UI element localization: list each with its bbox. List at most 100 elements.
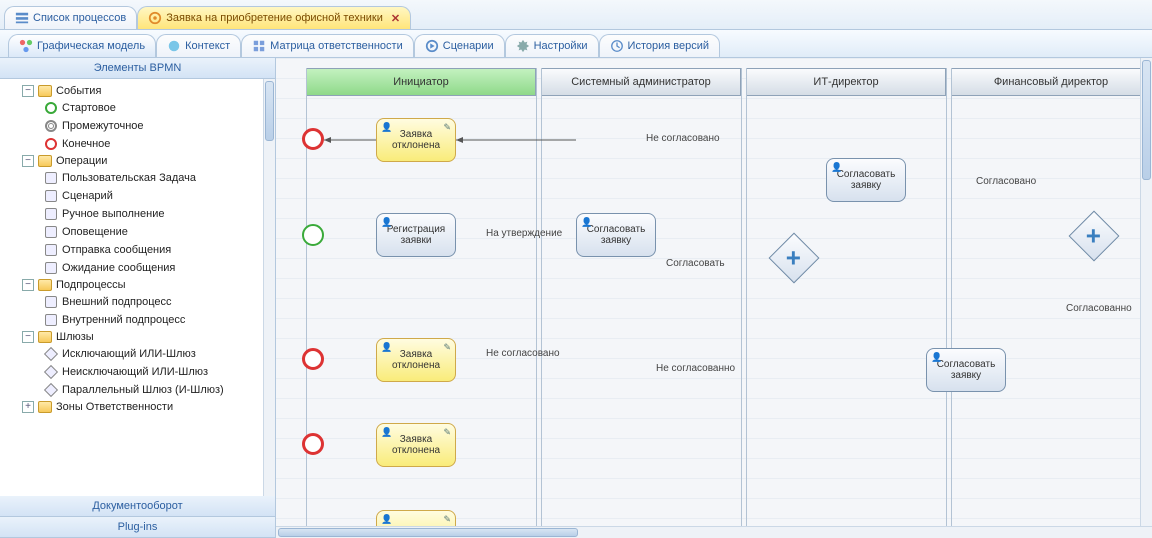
edge-label: Согласованно <box>1066 303 1132 314</box>
task-registration[interactable]: 👤Регистрация заявки <box>376 213 456 257</box>
sub-tab-label: Контекст <box>185 40 230 52</box>
folder-icon <box>38 155 52 167</box>
collapse-icon[interactable]: − <box>22 155 34 167</box>
top-tabbar: Список процессов Заявка на приобретение … <box>0 0 1152 30</box>
lane-header-initiator[interactable]: Инициатор <box>306 68 536 96</box>
tree-item-internal-subprocess[interactable]: Внутренний подпроцесс <box>6 311 271 329</box>
close-icon[interactable]: ✕ <box>391 12 400 25</box>
tree-label: Внешний подпроцесс <box>62 296 172 308</box>
tree-label: События <box>56 85 101 97</box>
diagram-canvas[interactable]: Инициатор Системный администратор ИТ-дир… <box>276 58 1152 538</box>
gateway-icon <box>44 383 58 397</box>
canvas-hscrollbar[interactable] <box>276 526 1152 538</box>
lane-label: Инициатор <box>393 76 449 88</box>
note-icon: ✎ <box>443 342 451 353</box>
lane-header-it-director[interactable]: ИТ-директор <box>746 68 946 96</box>
expand-icon[interactable]: + <box>22 401 34 413</box>
sub-tab-label: Матрица ответственности <box>270 40 403 52</box>
task-finance-approve[interactable]: 👤Согласовать заявку <box>926 348 1006 392</box>
tree-item-script-task[interactable]: Сценарий <box>6 187 271 205</box>
task-sysadmin-approve[interactable]: 👤Согласовать заявку <box>576 213 656 257</box>
end-event[interactable] <box>302 348 324 370</box>
task-icon <box>44 225 58 239</box>
tree-label: Параллельный Шлюз (И-Шлюз) <box>62 384 224 396</box>
tab-responsibility[interactable]: Матрица ответственности <box>241 34 414 57</box>
end-event[interactable] <box>302 433 324 455</box>
start-event[interactable] <box>302 224 324 246</box>
folder-icon <box>38 85 52 97</box>
tree-item-and-gateway[interactable]: Параллельный Шлюз (И-Шлюз) <box>6 381 271 399</box>
task-icon <box>44 243 58 257</box>
tree-label: Ожидание сообщения <box>62 262 175 274</box>
settings-icon <box>516 39 530 53</box>
tree-label: Шлюзы <box>56 331 94 343</box>
tree-item-or-gateway[interactable]: Неисключающий ИЛИ-Шлюз <box>6 363 271 381</box>
canvas-vscrollbar[interactable] <box>1140 58 1152 526</box>
gateway-parallel-2[interactable]: + <box>1069 211 1120 262</box>
tree-label: Исключающий ИЛИ-Шлюз <box>62 348 196 360</box>
tab-process-request[interactable]: Заявка на приобретение офисной техники ✕ <box>137 6 411 29</box>
gateway-icon <box>44 347 58 361</box>
lane-label: Системный администратор <box>571 76 711 88</box>
folder-icon <box>38 401 52 413</box>
collapse-icon[interactable]: − <box>22 85 34 97</box>
scrollbar-thumb[interactable] <box>278 528 578 537</box>
sidebar-scrollbar[interactable] <box>263 79 275 496</box>
end-event-icon <box>44 137 58 151</box>
task-rejected-2[interactable]: 👤✎Заявка отклонена <box>376 338 456 382</box>
tree-item-end-event[interactable]: Конечное <box>6 135 271 153</box>
lane-header-finance-director[interactable]: Финансовый директор <box>951 68 1151 96</box>
tree-folder-gateways[interactable]: − Шлюзы <box>6 329 271 345</box>
scrollbar-thumb[interactable] <box>1142 60 1151 180</box>
task-it-approve[interactable]: 👤Согласовать заявку <box>826 158 906 202</box>
tree-label: Сценарий <box>62 190 113 202</box>
tab-process-list[interactable]: Список процессов <box>4 6 137 29</box>
tree-item-manual-task[interactable]: Ручное выполнение <box>6 205 271 223</box>
folder-icon <box>38 331 52 343</box>
tree-folder-zones[interactable]: +Зоны Ответственности <box>6 399 271 415</box>
panel-header-documents[interactable]: Документооборот <box>0 496 275 517</box>
tree-folder-operations[interactable]: −Операции <box>6 153 271 169</box>
scrollbar-thumb[interactable] <box>265 81 274 141</box>
tree-item-receive-message[interactable]: Ожидание сообщения <box>6 259 271 277</box>
tree-label: Ручное выполнение <box>62 208 164 220</box>
list-icon <box>15 11 29 25</box>
tab-history[interactable]: История версий <box>599 34 720 57</box>
panel-header-bpmn-elements[interactable]: Элементы BPMN <box>0 58 275 79</box>
edge-label: Согласовать <box>666 258 725 269</box>
user-task-icon: 👤 <box>381 342 392 353</box>
tab-graphical-model[interactable]: Графическая модель <box>8 34 156 57</box>
tree-item-intermediate-event[interactable]: Промежуточное <box>6 117 271 135</box>
tree-folder-subprocesses[interactable]: −Подпроцессы <box>6 277 271 293</box>
panel-header-plugins[interactable]: Plug-ins <box>0 517 275 538</box>
tree-item-xor-gateway[interactable]: Исключающий ИЛИ-Шлюз <box>6 345 271 363</box>
task-icon <box>44 189 58 203</box>
tree-item-user-task[interactable]: Пользовательская Задача <box>6 169 271 187</box>
end-event[interactable] <box>302 128 324 150</box>
tree-item-start-event[interactable]: Стартовое <box>6 99 271 117</box>
gateway-parallel-1[interactable]: + <box>769 233 820 284</box>
sub-tab-label: Сценарии <box>443 40 494 52</box>
note-icon: ✎ <box>443 427 451 438</box>
edge-label: На утверждение <box>486 228 562 239</box>
collapse-icon[interactable]: − <box>22 279 34 291</box>
palette-tree: − События Стартовое Промежуточное Конечно… <box>0 79 275 496</box>
tree-item-external-subprocess[interactable]: Внешний подпроцесс <box>6 293 271 311</box>
task-rejected-1[interactable]: 👤✎Заявка отклонена <box>376 118 456 162</box>
task-rejected-3[interactable]: 👤✎Заявка отклонена <box>376 423 456 467</box>
tree-item-notification[interactable]: Оповещение <box>6 223 271 241</box>
tab-scenarios[interactable]: Сценарии <box>414 34 505 57</box>
diagram-icon <box>19 39 33 53</box>
task-icon <box>44 207 58 221</box>
tree-item-send-message[interactable]: Отправка сообщения <box>6 241 271 259</box>
lane-header-sysadmin[interactable]: Системный администратор <box>541 68 741 96</box>
user-task-icon: 👤 <box>831 162 842 173</box>
tree-folder-events[interactable]: − События <box>6 83 271 99</box>
tab-settings[interactable]: Настройки <box>505 34 599 57</box>
tab-context[interactable]: Контекст <box>156 34 241 57</box>
responsibility-icon <box>252 39 266 53</box>
collapse-icon[interactable]: − <box>22 331 34 343</box>
edge-label: Не согласованно <box>656 363 735 374</box>
user-task-icon: 👤 <box>581 217 592 228</box>
tree-label: Стартовое <box>62 102 116 114</box>
